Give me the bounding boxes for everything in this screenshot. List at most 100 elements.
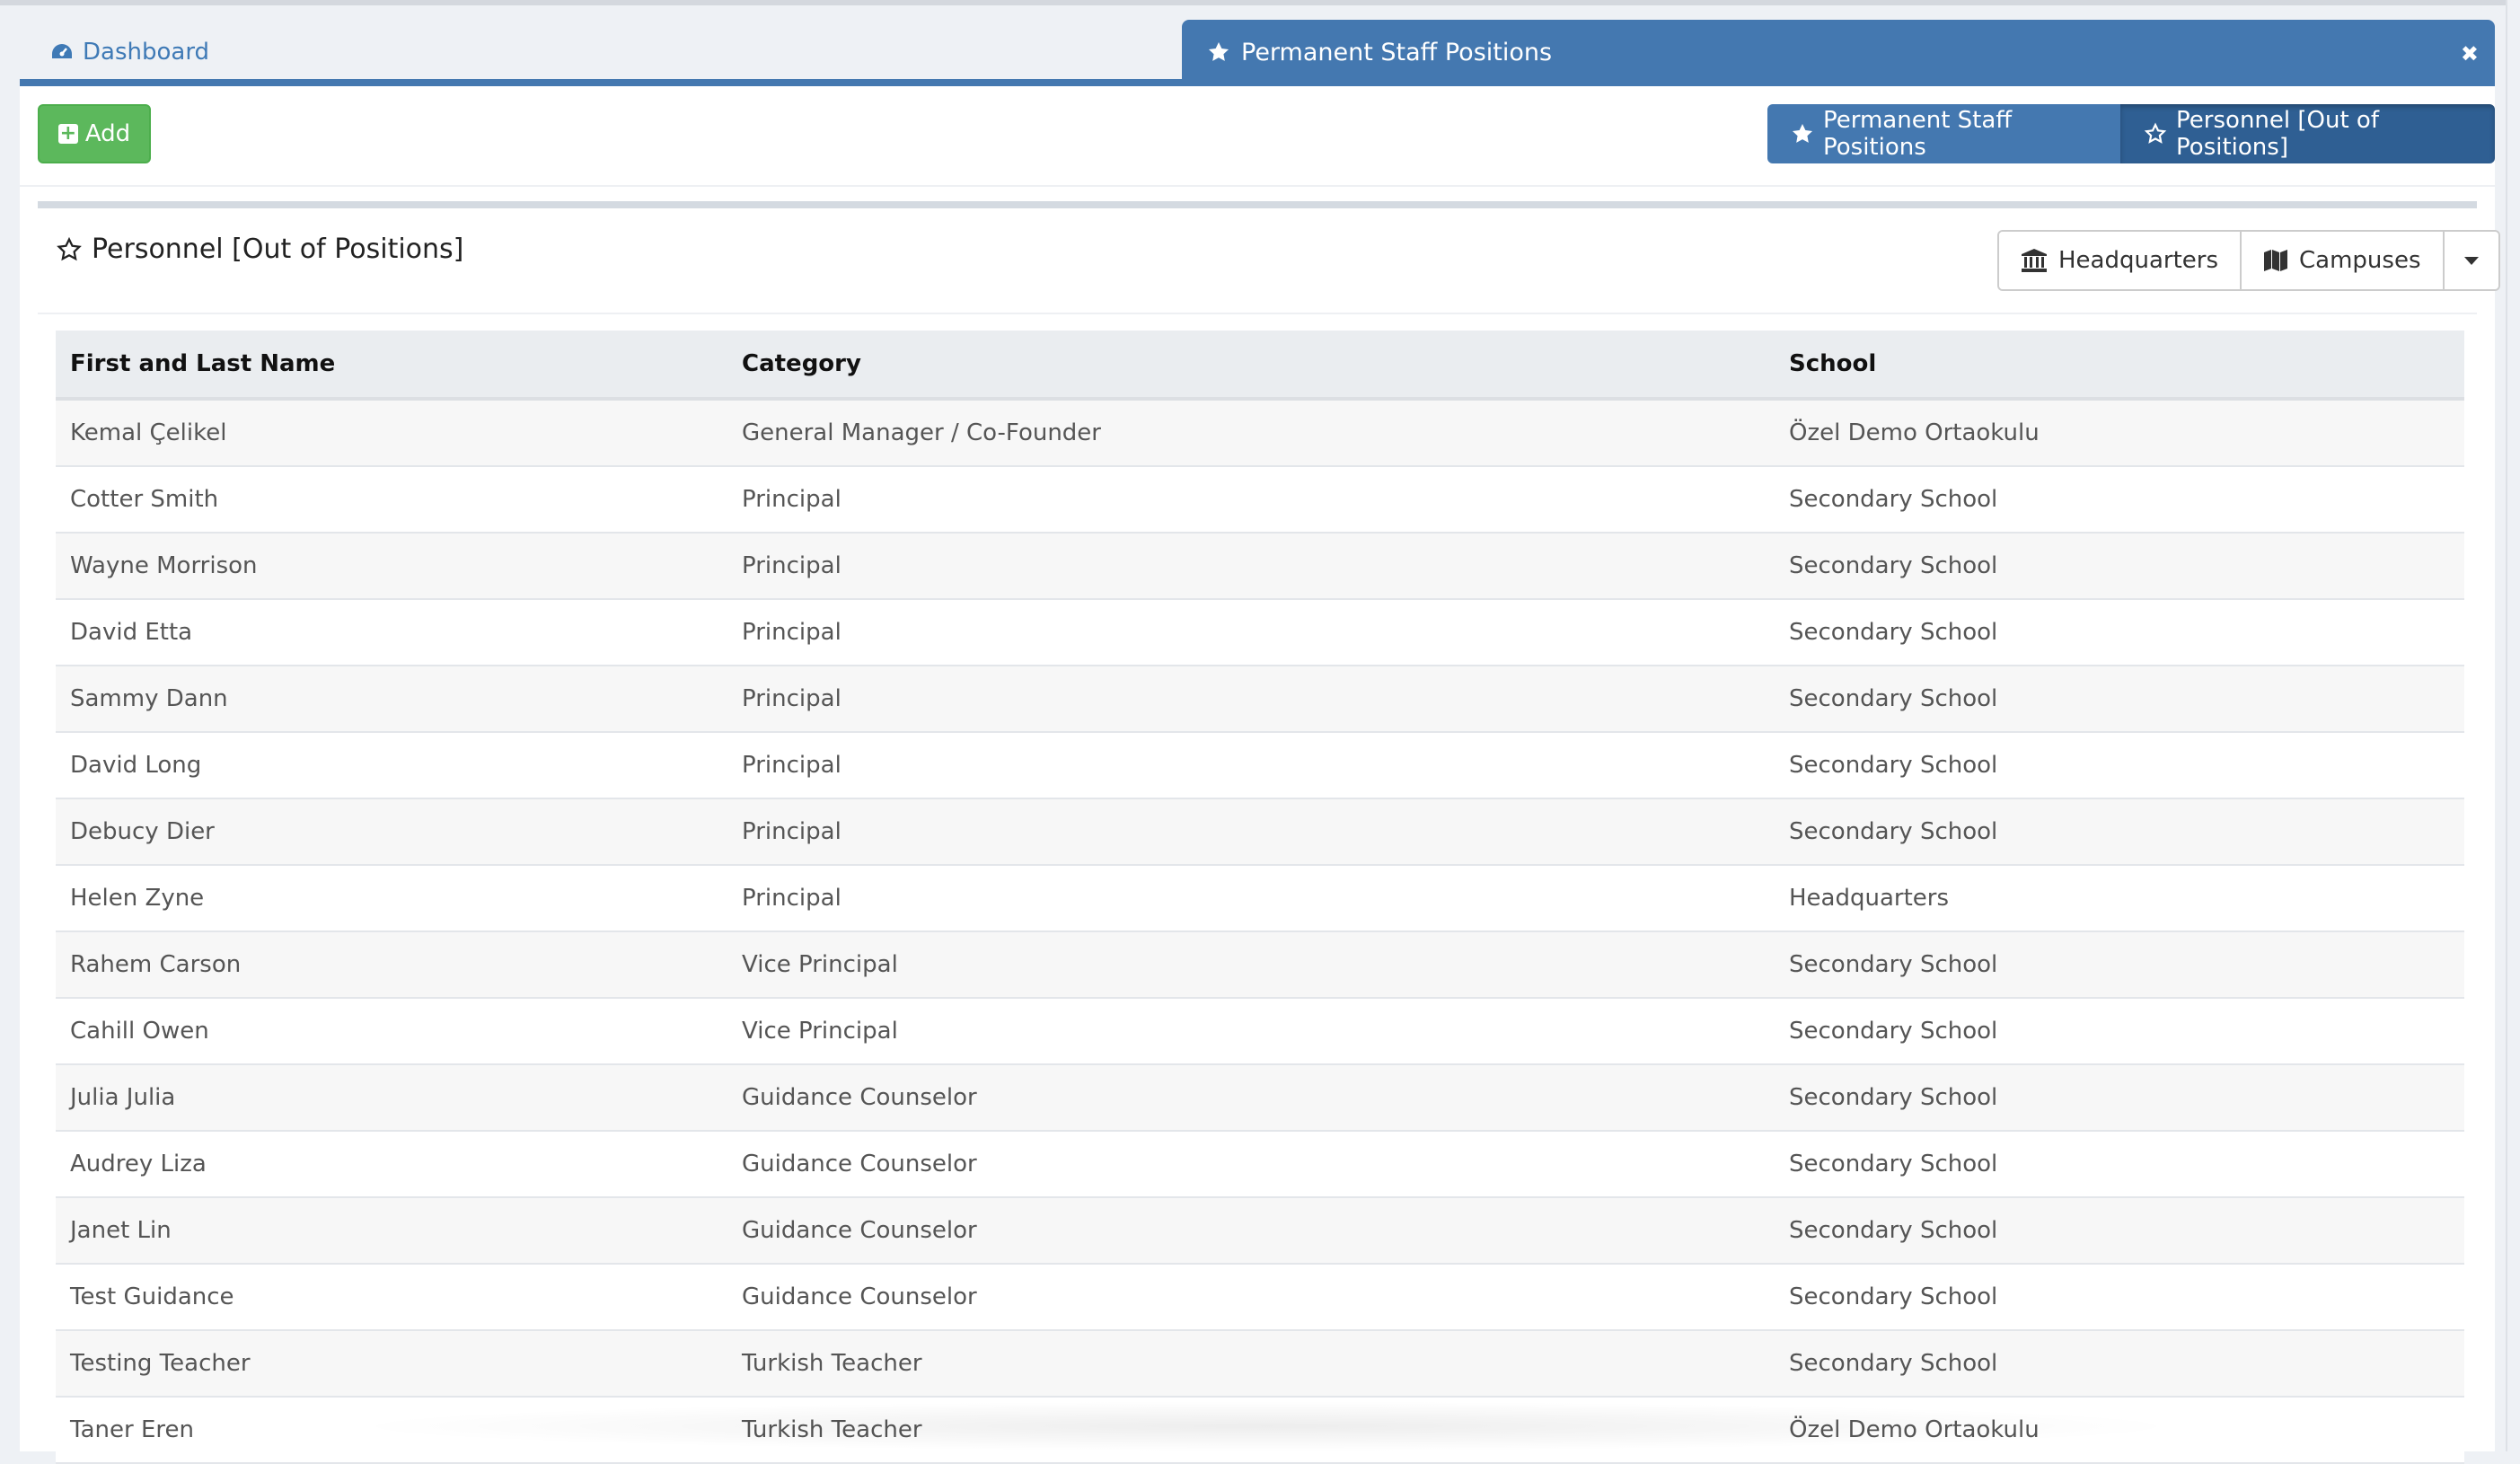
table-row[interactable]: Cotter Smith Principal Secondary School xyxy=(56,467,2464,534)
table-row[interactable]: Testing Teacher Turkish Teacher Secondary … xyxy=(56,1331,2464,1398)
filter-dropdown-toggle[interactable] xyxy=(2444,232,2498,289)
cell-school: Secondary School xyxy=(1789,1018,1998,1045)
location-filter: Headquarters Campuses xyxy=(1997,230,2500,291)
cell-category: Guidance Counselor xyxy=(742,1084,977,1111)
cell-school: Secondary School xyxy=(1789,818,1998,845)
tab-label: Permanent Staff Positions xyxy=(1241,38,1553,66)
cell-school: Secondary School xyxy=(1789,1283,1998,1310)
cell-category: Turkish Teacher xyxy=(742,1416,922,1443)
table-row[interactable]: Helen Zyne Principal Headquarters xyxy=(56,866,2464,932)
cell-name: Sammy Dann xyxy=(70,685,228,712)
table-row[interactable]: Janet Lin Guidance Counselor Secondary Sch… xyxy=(56,1198,2464,1265)
table-row[interactable]: Audrey Liza Guidance Counselor Secondary S… xyxy=(56,1132,2464,1198)
cell-school: Secondary School xyxy=(1789,619,1998,646)
cell-category: Principal xyxy=(742,885,841,912)
cell-name: Wayne Morrison xyxy=(70,552,258,579)
tachometer-icon xyxy=(50,42,74,62)
personnel-out-of-positions-label: Personnel [Out of Positions] xyxy=(2176,107,2379,161)
cell-school: Secondary School xyxy=(1789,552,1998,579)
cell-category: Principal xyxy=(742,752,841,779)
table-row[interactable]: David Long Principal Secondary School xyxy=(56,733,2464,799)
table-row[interactable]: Taner Eren Turkish Teacher Özel Demo Ortao… xyxy=(56,1398,2464,1464)
window-right-edge xyxy=(2506,0,2520,1451)
cell-category: Guidance Counselor xyxy=(742,1151,977,1177)
add-button-label: Add xyxy=(84,120,131,147)
cell-name: Cahill Owen xyxy=(70,1018,209,1045)
permanent-staff-positions-button[interactable]: Permanent Staff Positions xyxy=(1767,104,2121,163)
cell-category: Guidance Counselor xyxy=(742,1217,977,1244)
tab-dashboard[interactable]: Dashboard xyxy=(50,34,209,70)
table-row[interactable]: Debucy Dier Principal Secondary School xyxy=(56,799,2464,866)
table-body: Kemal Çelikel General Manager / Co-Founde… xyxy=(56,401,2464,1464)
column-header-name[interactable]: First and Last Name xyxy=(56,331,727,397)
table-row[interactable]: Test Guidance Guidance Counselor Secondary… xyxy=(56,1265,2464,1331)
campuses-button[interactable]: Campuses xyxy=(2242,232,2445,289)
permanent-staff-positions-label: Permanent Staff Positions xyxy=(1823,107,2013,161)
personnel-out-of-positions-button[interactable]: Personnel [Out of Positions] xyxy=(2120,104,2495,163)
star-outline-icon xyxy=(56,236,83,263)
close-icon[interactable]: ✖ xyxy=(2461,41,2479,66)
column-header-school[interactable]: School xyxy=(1775,331,2464,397)
cell-name: Rahem Carson xyxy=(70,951,242,978)
tab-underline xyxy=(20,79,2495,86)
cell-category: Vice Principal xyxy=(742,1018,898,1045)
cell-school: Secondary School xyxy=(1789,752,1998,779)
cell-name: Test Guidance xyxy=(70,1283,234,1310)
cell-category: Principal xyxy=(742,619,841,646)
campuses-label: Campuses xyxy=(2299,247,2421,274)
column-header-category[interactable]: Category xyxy=(727,331,1775,397)
cell-name: David Long xyxy=(70,752,202,779)
table-row[interactable]: Cahill Owen Vice Principal Secondary Schoo… xyxy=(56,999,2464,1065)
cell-name: Cotter Smith xyxy=(70,486,219,513)
cell-school: Özel Demo Ortaokulu xyxy=(1789,1416,2040,1443)
cell-category: Principal xyxy=(742,818,841,845)
card-header: Personnel [Out of Positions] Headquarter… xyxy=(38,208,2500,314)
cell-category: Turkish Teacher xyxy=(742,1350,922,1377)
star-icon xyxy=(1207,40,1230,64)
personnel-table: First and Last Name Category School Kema… xyxy=(56,331,2464,1464)
cell-name: Helen Zyne xyxy=(70,885,205,912)
cell-school: Secondary School xyxy=(1789,685,1998,712)
cell-school: Headquarters xyxy=(1789,885,1950,912)
window-top-edge xyxy=(0,0,2520,5)
cell-name: David Etta xyxy=(70,619,193,646)
cell-school: Secondary School xyxy=(1789,1217,1998,1244)
table-row[interactable]: Wayne Morrison Principal Secondary School xyxy=(56,534,2464,600)
cell-name: Janet Lin xyxy=(70,1217,172,1244)
cell-category: General Manager / Co-Founder xyxy=(742,419,1101,446)
cell-category: Guidance Counselor xyxy=(742,1283,977,1310)
cell-name: Testing Teacher xyxy=(70,1350,251,1377)
toolbar: + Add Permanent Staff Positions Personne… xyxy=(20,86,2495,187)
cell-school: Secondary School xyxy=(1789,1084,1998,1111)
table-row[interactable]: Rahem Carson Vice Principal Secondary Scho… xyxy=(56,932,2464,999)
cell-category: Vice Principal xyxy=(742,951,898,978)
caret-down-icon xyxy=(2463,256,2479,265)
view-switcher: Permanent Staff Positions Personnel [Out… xyxy=(1767,104,2495,163)
main-panel: + Add Permanent Staff Positions Personne… xyxy=(20,86,2500,1464)
cell-school: Secondary School xyxy=(1789,1151,1998,1177)
cell-school: Secondary School xyxy=(1789,486,1998,513)
map-icon xyxy=(2263,249,2288,272)
tab-permanent-staff-positions[interactable]: Permanent Staff Positions ✖ xyxy=(1182,20,2495,84)
star-icon xyxy=(1791,122,1814,146)
cell-name: Julia Julia xyxy=(70,1084,176,1111)
headquarters-button[interactable]: Headquarters xyxy=(1999,232,2242,289)
table-row[interactable]: Kemal Çelikel General Manager / Co-Founde… xyxy=(56,401,2464,467)
tab-bar: Dashboard Permanent Staff Positions ✖ xyxy=(20,18,2495,84)
tab-dashboard-label: Dashboard xyxy=(83,39,210,66)
cell-school: Secondary School xyxy=(1789,951,1998,978)
table-row[interactable]: Julia Julia Guidance Counselor Secondary S… xyxy=(56,1065,2464,1132)
cell-category: Principal xyxy=(742,486,841,513)
table-row[interactable]: David Etta Principal Secondary School xyxy=(56,600,2464,666)
cell-name: Taner Eren xyxy=(70,1416,194,1443)
cell-school: Özel Demo Ortaokulu xyxy=(1789,419,2040,446)
add-button[interactable]: + Add xyxy=(38,104,151,163)
cell-school: Secondary School xyxy=(1789,1350,1998,1377)
cell-category: Principal xyxy=(742,552,841,579)
star-outline-icon xyxy=(2144,122,2167,146)
table-row[interactable]: Sammy Dann Principal Secondary School xyxy=(56,666,2464,733)
headquarters-label: Headquarters xyxy=(2058,247,2219,274)
table-header: First and Last Name Category School xyxy=(56,331,2464,401)
card-title-text: Personnel [Out of Positions] xyxy=(92,234,464,265)
cell-name: Debucy Dier xyxy=(70,818,215,845)
